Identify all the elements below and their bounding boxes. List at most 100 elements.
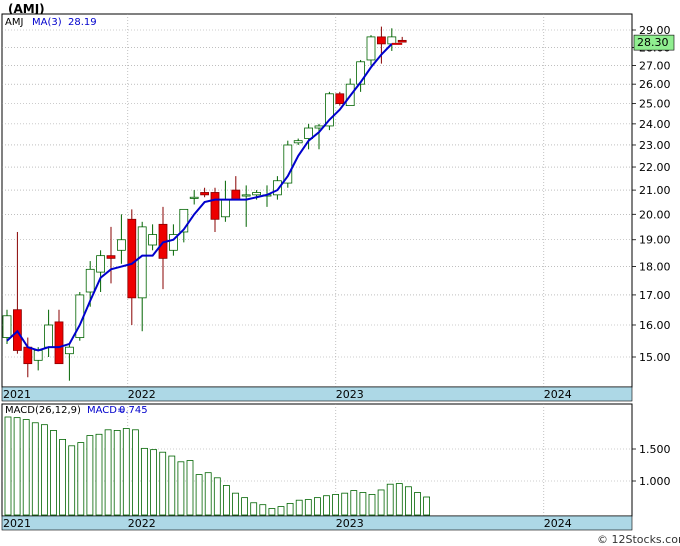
candle-body xyxy=(231,189,241,201)
macd-xtick-label: 2022 xyxy=(128,517,156,530)
candle-body xyxy=(210,192,220,220)
macd-bar xyxy=(359,492,367,516)
macd-bar xyxy=(414,492,421,516)
macd-bar xyxy=(304,499,312,516)
macd-legend: MACD(26,12,9) MACD= 0.745 xyxy=(5,405,148,416)
macd-bar xyxy=(332,494,340,516)
macd-bar xyxy=(68,445,76,516)
macd-bar xyxy=(268,508,276,516)
macd-bar xyxy=(77,442,85,516)
macd-xtick-label: 2023 xyxy=(336,517,364,530)
candle-body xyxy=(376,36,386,45)
macd-xaxis-band xyxy=(1,515,633,531)
macd-bar xyxy=(113,430,121,516)
macd-bar xyxy=(4,416,12,516)
last-price-marker: 28.30 xyxy=(633,34,675,51)
price-xtick-label: 2021 xyxy=(3,388,31,401)
macd-bar xyxy=(150,449,158,516)
price-tick-label: 26.00 xyxy=(639,78,671,91)
candle-body xyxy=(54,321,64,365)
price-panel xyxy=(1,13,633,388)
candle-body xyxy=(304,127,314,139)
macd-bar xyxy=(13,417,21,516)
macd-bar xyxy=(350,490,358,516)
price-tick-label: 16.00 xyxy=(639,319,671,332)
candle-body xyxy=(387,36,397,45)
legend-ma-value: 28.19 xyxy=(68,17,97,28)
candle-body xyxy=(335,93,345,105)
macd-legend-name: MACD(26,12,9) xyxy=(5,405,81,416)
candle-body xyxy=(397,39,407,43)
price-xaxis-band xyxy=(1,386,633,402)
price-tick-label: 21.00 xyxy=(639,184,671,197)
price-tick-label: 18.00 xyxy=(639,261,671,274)
macd-bar xyxy=(168,455,176,516)
price-tick-label: 20.00 xyxy=(639,208,671,221)
macd-bar xyxy=(104,429,112,516)
macd-tick-label: 1.500 xyxy=(639,443,671,456)
candle-body xyxy=(241,194,251,197)
macd-bar xyxy=(295,499,303,516)
price-tick-label: 15.00 xyxy=(639,351,671,364)
candle-body xyxy=(2,315,12,338)
macd-legend-value: 0.745 xyxy=(119,405,148,416)
macd-bar xyxy=(159,451,167,516)
price-xtick-label: 2023 xyxy=(336,388,364,401)
macd-bar xyxy=(386,483,394,516)
candle-body xyxy=(366,36,376,61)
candle-body xyxy=(252,192,262,196)
candle-body xyxy=(293,140,303,144)
macd-bar xyxy=(177,461,185,516)
price-legend: AMJ MA(3) 28.19 xyxy=(5,17,97,28)
price-tick-label: 17.00 xyxy=(639,289,671,302)
watermark: © 12Stocks.com xyxy=(597,533,680,546)
macd-bar xyxy=(423,496,431,516)
price-tick-label: 23.00 xyxy=(639,139,671,152)
price-xtick-label: 2024 xyxy=(544,388,572,401)
macd-bar xyxy=(404,486,412,516)
macd-bar xyxy=(232,492,239,516)
candle-body xyxy=(85,268,95,293)
price-tick-label: 27.00 xyxy=(639,59,671,72)
legend-symbol: AMJ xyxy=(5,17,23,28)
price-tick-label: 22.00 xyxy=(639,161,671,174)
candle-body xyxy=(106,255,116,259)
macd-bar xyxy=(50,430,57,516)
candle-body xyxy=(44,324,53,348)
macd-bar xyxy=(86,435,94,516)
candle-body xyxy=(148,234,158,246)
candle-body xyxy=(189,196,199,199)
macd-bar xyxy=(131,429,139,516)
candle-body xyxy=(117,239,126,251)
price-tick-label: 24.00 xyxy=(639,118,671,131)
macd-bar xyxy=(323,495,330,516)
price-tick-label: 25.00 xyxy=(639,98,671,111)
macd-bar xyxy=(341,492,349,516)
macd-bar xyxy=(277,506,285,516)
macd-bar xyxy=(195,474,203,516)
macd-bar xyxy=(41,424,48,516)
stock-chart: (AMJ) 15.0016.0017.0018.0019.0020.0021.0… xyxy=(0,0,680,546)
macd-bar xyxy=(395,483,403,516)
candle-body xyxy=(65,346,74,355)
candle-body xyxy=(96,255,105,273)
last-price-label: 28.30 xyxy=(637,36,669,49)
macd-bar xyxy=(204,472,212,516)
macd-bar xyxy=(250,502,258,516)
macd-bar xyxy=(377,489,385,516)
macd-bar xyxy=(22,419,30,516)
macd-bar xyxy=(259,504,267,516)
macd-bar xyxy=(222,485,230,516)
macd-xtick-label: 2021 xyxy=(3,517,31,530)
macd-bar xyxy=(122,428,130,516)
candle-body xyxy=(220,199,230,218)
macd-bar xyxy=(241,497,249,516)
candle-body xyxy=(137,226,147,299)
candle-body xyxy=(127,218,137,299)
macd-bar xyxy=(313,497,321,516)
candle xyxy=(335,91,345,106)
price-tick-label: 19.00 xyxy=(639,234,671,247)
legend-ma-label: MA(3) xyxy=(32,17,62,28)
price-xtick-label: 2022 xyxy=(128,388,156,401)
candle-body xyxy=(33,350,43,361)
